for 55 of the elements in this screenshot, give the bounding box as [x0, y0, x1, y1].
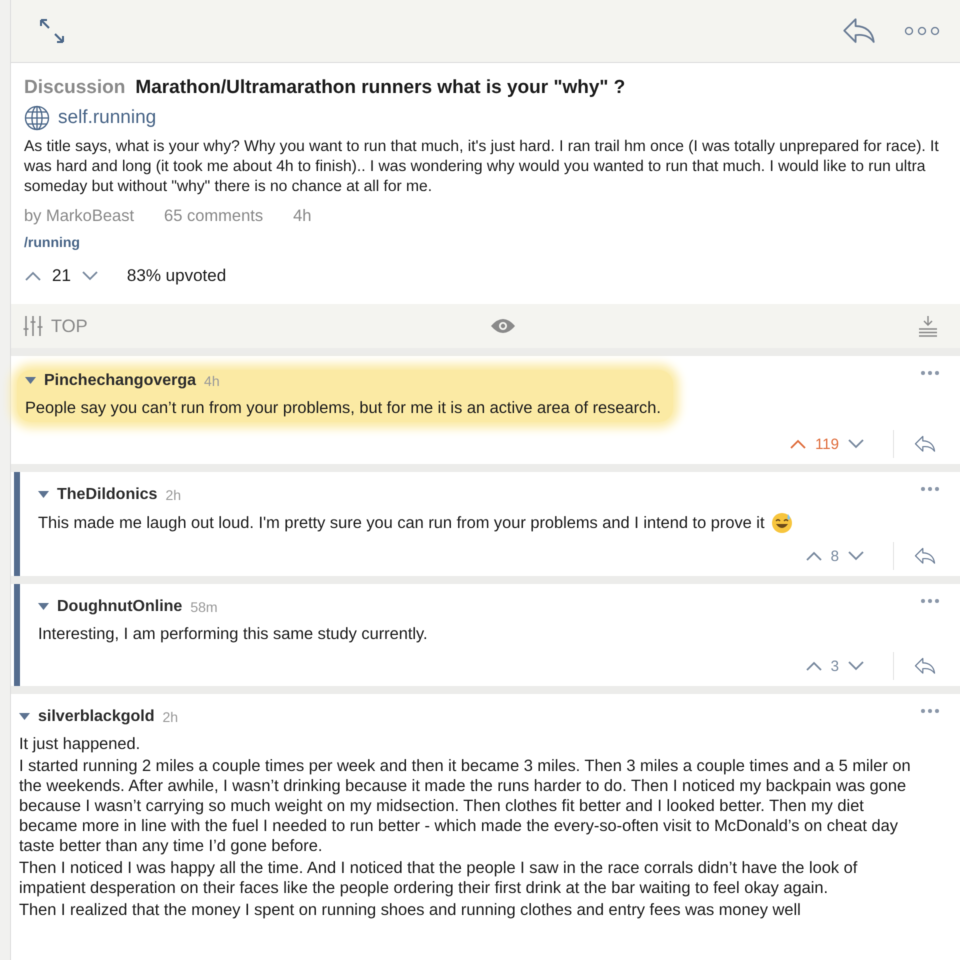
expand-icon[interactable] [39, 18, 65, 44]
post-flair: Discussion [24, 77, 126, 99]
collapse-icon[interactable] [38, 491, 49, 499]
eye-icon[interactable] [490, 318, 516, 334]
comment-count[interactable]: 65 comments [164, 207, 264, 226]
download-icon[interactable] [918, 315, 938, 337]
comment-age: 2h [162, 709, 178, 725]
post-author[interactable]: by MarkoBeast [24, 207, 134, 226]
reply-icon[interactable] [914, 657, 936, 675]
comment-text: It just happened. [19, 735, 140, 753]
comment-score: 119 [815, 436, 839, 452]
comment-author[interactable]: DoughnutOnline [57, 598, 182, 616]
comment-age: 58m [190, 599, 218, 615]
comment-text: I started running 2 miles a couple times per week and then it became 3 miles. Then 3 miles a couple times and a 5 miler on the weekends. After awhile, I wasn’t drinking because it made the runs harder to do. Then I noticed my backpain was gone because I wasn’t carrying so much weight on my midsection. Then clothes fit better and I looked better. Then my diet became more in line with the fuel I needed to run better - which made the every-so-often visit to McDonald’s on cheat day taste better than any time I’d gone before. [19, 757, 911, 855]
reply-icon[interactable] [914, 547, 936, 565]
comment-text: People say you can’t run from your problems, but for me it is an active area of research. [25, 399, 661, 417]
downvote-icon[interactable] [847, 660, 865, 672]
comment-author[interactable]: TheDildonics [57, 486, 158, 504]
reply-icon[interactable] [914, 435, 936, 453]
collapse-icon[interactable] [25, 377, 36, 385]
post-score: 21 [52, 266, 71, 286]
comment-text: This made me laugh out loud. I'm pretty sure you can run from your problems and I intend to prove it [38, 513, 765, 533]
more-icon[interactable] [920, 486, 940, 492]
comment-score: 8 [830, 548, 839, 564]
comment-author[interactable]: Pinchechangoverga [44, 372, 196, 390]
comment-text: Then I realized that the money I spent on running shoes and running clothes and entry fees was money well [19, 901, 801, 919]
comment-text: Interesting, I am performing this same study currently. [38, 625, 428, 643]
more-icon[interactable] [920, 370, 940, 376]
collapse-icon[interactable] [38, 603, 49, 611]
comment-author[interactable]: silverblackgold [38, 708, 154, 726]
comment-age: 2h [165, 487, 182, 503]
globe-icon [24, 105, 50, 131]
post-body: As title says, what is your why? Why you want to run that much, it's just hard. I ran trail hm once (I was totally unprepared for race). It was hard and long (it took me about 4h to finish).. I was wondering why would you wanted to run that much. I would like to run ultra someday but without "why" there is no chance at all for me. [24, 137, 940, 197]
upvote-icon[interactable] [24, 270, 42, 282]
more-icon[interactable] [904, 26, 940, 36]
downvote-icon[interactable] [80, 270, 99, 282]
downvote-icon[interactable] [847, 438, 865, 450]
sort-icon[interactable] [23, 315, 43, 337]
downvote-icon[interactable] [847, 550, 865, 562]
comment-text: Then I noticed I was happy all the time. And I noticed that the people I saw in the race corrals didn’t have the look of impatient desperation on their faces like the people ordering their first drink at the bar waiting to feel okay again. [19, 859, 858, 897]
comment-age: 4h [204, 373, 220, 389]
upvote-icon[interactable] [804, 550, 823, 562]
upvote-icon[interactable] [804, 660, 823, 672]
more-icon[interactable] [920, 598, 940, 604]
upvote-icon[interactable] [789, 438, 808, 450]
sort-button[interactable]: TOP [51, 316, 88, 336]
post-age: 4h [293, 207, 312, 226]
comment-score: 3 [830, 658, 839, 674]
upvote-ratio: 83% upvoted [126, 266, 226, 286]
collapse-icon[interactable] [19, 713, 30, 721]
post-title: Marathon/Ultramarathon runners what is your "why" ? [135, 77, 626, 99]
reply-icon[interactable] [842, 17, 876, 45]
more-icon[interactable] [920, 708, 940, 714]
subreddit-link[interactable]: /running [24, 234, 946, 250]
post-domain[interactable]: self.running [58, 107, 156, 129]
